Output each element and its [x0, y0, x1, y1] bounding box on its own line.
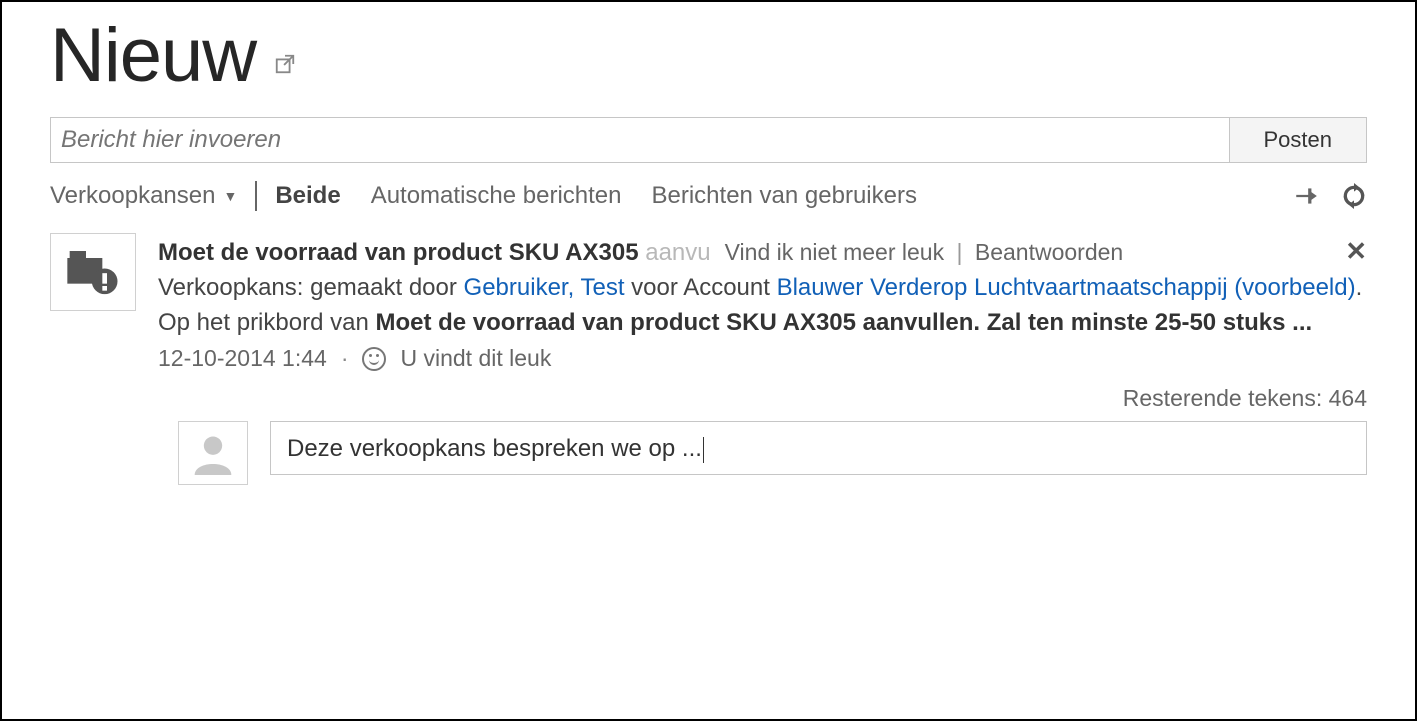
- popout-icon[interactable]: [274, 53, 296, 75]
- post-context-line: Verkoopkans: gemaakt door Gebruiker, Tes…: [158, 271, 1367, 306]
- chevron-down-icon: ▼: [223, 188, 237, 204]
- separator: |: [956, 239, 962, 265]
- divider: [255, 181, 257, 211]
- filter-dropdown-label: Verkoopkansen: [50, 182, 215, 210]
- filter-tab-auto[interactable]: Automatische berichten: [371, 182, 622, 210]
- filter-dropdown[interactable]: Verkoopkansen ▼: [50, 182, 237, 210]
- unlike-link[interactable]: Vind ik niet meer leuk: [725, 239, 944, 265]
- post-wall-line: Op het prikbord van Moet de voorraad van…: [158, 306, 1367, 341]
- text-cursor: [703, 437, 704, 463]
- post-button[interactable]: Posten: [1230, 117, 1368, 163]
- like-status: U vindt dit leuk: [400, 342, 551, 375]
- message-input[interactable]: [50, 117, 1230, 163]
- account-link[interactable]: Blauwer Verderop Luchtvaartmaatschappij …: [777, 274, 1356, 301]
- post-type-icon: [50, 233, 136, 311]
- refresh-icon[interactable]: [1341, 183, 1367, 209]
- filter-tab-user[interactable]: Berichten van gebruikers: [652, 182, 917, 210]
- page-title: Nieuw: [50, 12, 256, 99]
- smiley-icon[interactable]: [362, 347, 386, 371]
- reply-input[interactable]: Deze verkoopkans bespreken we op ...: [270, 421, 1367, 475]
- filter-tab-both[interactable]: Beide: [275, 182, 340, 210]
- dot-separator: ·: [341, 342, 349, 375]
- user-link[interactable]: Gebruiker, Test: [464, 274, 625, 301]
- char-remaining: Resterende tekens: 464: [158, 382, 1367, 415]
- close-icon[interactable]: ✕: [1345, 233, 1367, 271]
- post-title-truncated: aanvu: [645, 239, 710, 266]
- post-item: Moet de voorraad van product SKU AX305 a…: [50, 233, 1367, 485]
- post-timestamp: 12-10-2014 1:44: [158, 342, 327, 375]
- avatar-icon: [178, 421, 248, 485]
- post-title: Moet de voorraad van product SKU AX305: [158, 239, 639, 266]
- pin-icon[interactable]: [1293, 183, 1319, 209]
- reply-link[interactable]: Beantwoorden: [975, 239, 1123, 265]
